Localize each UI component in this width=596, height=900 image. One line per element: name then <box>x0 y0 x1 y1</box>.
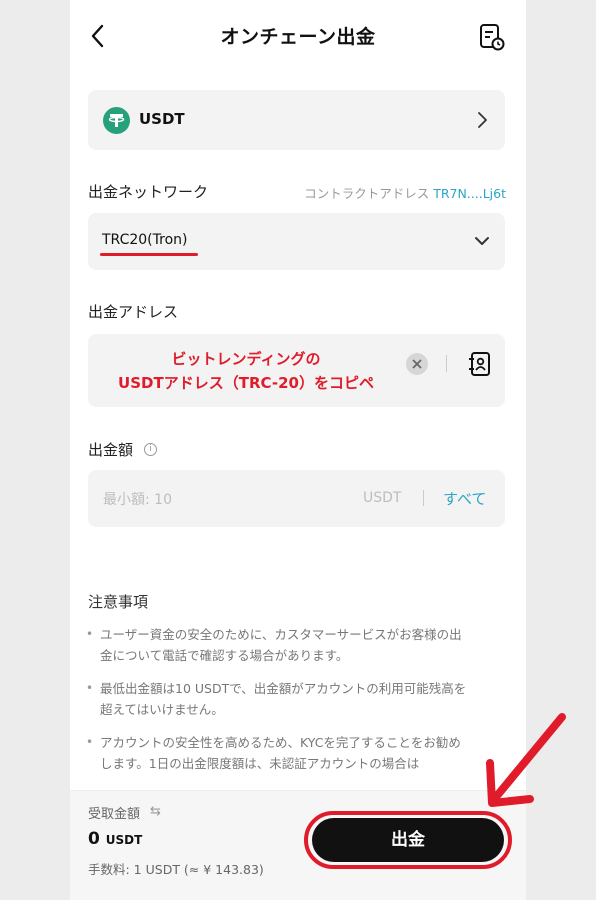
network-label: 出金ネットワーク <box>88 183 209 201</box>
info-icon[interactable]: i <box>144 443 157 456</box>
amount-placeholder: 最小額: 10 <box>103 492 172 508</box>
address-book-icon[interactable] <box>468 351 492 377</box>
address-label: 出金アドレス <box>88 303 179 321</box>
note-line: 最低出金額は10 USDTで、出金額がアカウントの利用可能残高を <box>100 681 467 696</box>
amount-input[interactable]: 最小額: 10 USDT すべて <box>88 470 505 527</box>
chevron-right-icon <box>478 112 487 128</box>
withdraw-button[interactable]: 出金 <box>312 818 504 862</box>
bottom-bar: 受取金額 ⇆ 0 USDT 手数料: 1 USDT (≈ ¥ 143.83) 出… <box>70 790 526 900</box>
divider <box>446 355 447 372</box>
max-amount-button[interactable]: すべて <box>443 488 486 509</box>
network-select[interactable]: TRC20(Tron) <box>88 213 505 270</box>
amount-label: 出金額 <box>88 441 134 459</box>
coin-name: USDT <box>139 110 185 128</box>
annotation-underline <box>100 253 198 256</box>
address-annotation: ビットレンディングの USDTアドレス（TRC-20）をコピペ <box>96 347 396 395</box>
note-line: ユーザー資金の安全のために、カスタマーサービスがお客様の出 <box>100 627 462 642</box>
note-line: アカウントの安全性を高めるため、KYCを完了することをお勧め <box>100 735 461 750</box>
contract-address-value[interactable]: TR7N....Lj6t <box>433 186 506 201</box>
chevron-down-icon <box>475 237 489 245</box>
divider <box>423 490 424 506</box>
withdraw-screen: オンチェーン出金 USDT 出金ネットワーク コントラクトアドレス TR7N..… <box>70 0 526 900</box>
note-item: アカウントの安全性を高めるため、KYCを完了することをお勧め します。1日の出金… <box>100 732 506 774</box>
note-item: ユーザー資金の安全のために、カスタマーサービスがお客様の出 金について電話で確認… <box>100 624 506 666</box>
usdt-logo-icon <box>103 107 130 134</box>
network-value: TRC20(Tron) <box>102 232 188 248</box>
receive-label: 受取金額 <box>88 807 141 822</box>
note-line: します。1日の出金限度額は、未認証アカウントの場合は <box>100 756 420 771</box>
coin-selector[interactable]: USDT <box>88 90 505 150</box>
contract-address[interactable]: コントラクトアドレス TR7N....Lj6t <box>304 183 506 202</box>
fee-text: 手数料: 1 USDT (≈ ¥ 143.83) <box>88 862 264 877</box>
receive-amount: 0 USDT <box>88 829 142 849</box>
contract-address-label: コントラクトアドレス <box>304 186 430 201</box>
note-item: 最低出金額は10 USDTで、出金額がアカウントの利用可能残高を 超えてはいけま… <box>100 678 506 720</box>
amount-unit: USDT <box>363 490 402 506</box>
annotation-line-1: ビットレンディングの <box>171 350 321 368</box>
notes-title: 注意事項 <box>88 593 149 611</box>
swap-icon[interactable]: ⇆ <box>150 804 161 819</box>
bullet: • <box>86 681 94 695</box>
bullet: • <box>86 735 94 749</box>
note-line: 金について電話で確認する場合があります。 <box>100 648 349 663</box>
history-document-icon[interactable] <box>478 22 506 52</box>
annotation-arrow-icon <box>486 713 566 807</box>
note-line: 超えてはいけません。 <box>100 702 224 717</box>
address-input[interactable]: ビットレンディングの USDTアドレス（TRC-20）をコピペ <box>88 334 505 407</box>
receive-amount-unit: USDT <box>105 833 143 847</box>
receive-amount-value: 0 <box>88 829 100 849</box>
annotation-line-2: USDTアドレス（TRC-20）をコピペ <box>118 374 374 392</box>
bullet: • <box>86 627 94 641</box>
clear-icon[interactable] <box>406 353 428 375</box>
page-title: オンチェーン出金 <box>220 26 376 48</box>
